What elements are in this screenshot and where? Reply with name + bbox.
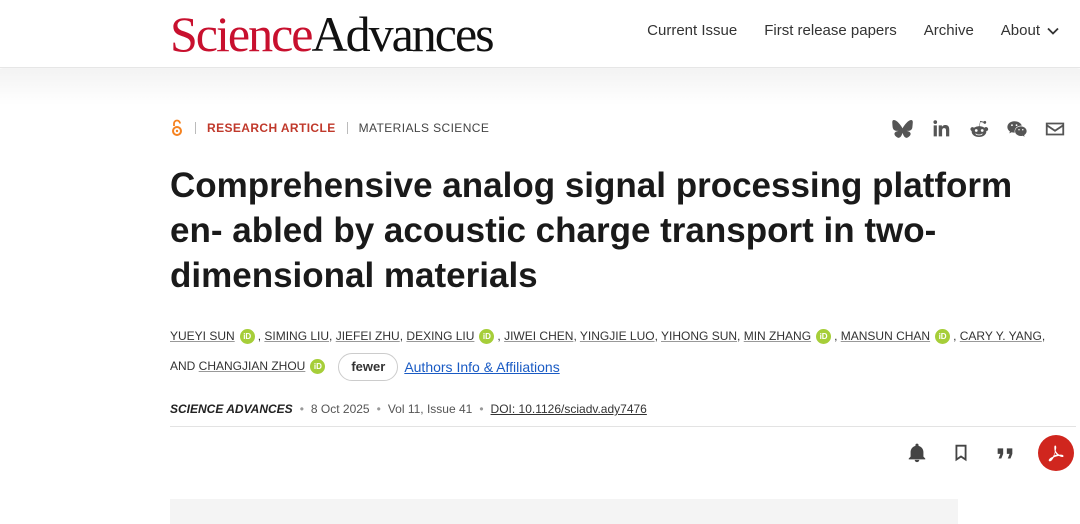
- bell-icon[interactable]: [906, 442, 928, 464]
- article-type[interactable]: RESEARCH ARTICLE: [207, 121, 336, 135]
- publish-date: 8 Oct 2025: [310, 402, 370, 416]
- nav-about-label: About: [1000, 22, 1040, 39]
- header-shadow-band: [0, 69, 1080, 105]
- article-title: Comprehensive analog signal processing p…: [170, 166, 1013, 295]
- author-separator: ,: [953, 329, 960, 343]
- orcid-icon[interactable]: iD: [816, 329, 832, 345]
- wechat-icon[interactable]: [1006, 118, 1028, 140]
- divider: [170, 426, 1076, 427]
- orcid-icon[interactable]: iD: [935, 329, 951, 345]
- orcid-icon[interactable]: iD: [310, 359, 326, 375]
- nav-current-issue[interactable]: Current Issue: [647, 22, 737, 39]
- author-link[interactable]: CHANGJIAN ZHOU: [199, 359, 306, 373]
- nav-about[interactable]: About: [1001, 22, 1060, 39]
- quote-icon[interactable]: [994, 442, 1016, 464]
- site-logo[interactable]: ScienceAdvances: [170, 6, 495, 62]
- site-header: ScienceAdvances Current Issue First rele…: [0, 0, 1080, 68]
- author-separator: ,: [834, 329, 841, 343]
- open-access-icon: [172, 119, 182, 136]
- article-subject[interactable]: MATERIALS SCIENCE: [359, 121, 490, 135]
- pdf-button[interactable]: [1038, 435, 1074, 471]
- author-list: YUEYI SUN iD, SIMING LIU, JIEFEI ZHU, DEX…: [170, 321, 1050, 382]
- journal-name[interactable]: SCIENCE ADVANCES: [170, 402, 293, 416]
- orcid-icon[interactable]: iD: [479, 329, 495, 345]
- volume-issue[interactable]: Vol 11, Issue 41: [388, 402, 473, 416]
- author-link[interactable]: JIEFEI ZHU: [336, 329, 400, 343]
- publication-info: SCIENCE ADVANCES • 8 Oct 2025 • Vol 11, …: [170, 402, 647, 416]
- author-link[interactable]: MANSUN CHAN: [841, 329, 930, 343]
- fewer-authors-button[interactable]: fewer: [338, 352, 399, 381]
- content-panel: [170, 499, 958, 524]
- meta-divider: [195, 122, 196, 134]
- nav-first-release[interactable]: First release papers: [764, 22, 897, 39]
- bookmark-icon[interactable]: [950, 442, 972, 464]
- orcid-icon[interactable]: iD: [239, 329, 255, 345]
- author-link[interactable]: YIHONG SUN: [661, 329, 737, 343]
- author-link[interactable]: YUEYI SUN: [170, 329, 235, 343]
- author-link[interactable]: MIN ZHANG: [744, 329, 811, 343]
- article-meta: RESEARCH ARTICLE MATERIALS SCIENCE: [170, 119, 489, 137]
- author-link[interactable]: JIWEI CHEN: [504, 329, 573, 343]
- author-separator: ,: [329, 329, 336, 343]
- doi-link[interactable]: DOI: 10.1126/sciadv.ady7476: [491, 402, 647, 416]
- pdf-icon: [1048, 445, 1064, 462]
- main-nav: Current Issue First release papers Archi…: [647, 22, 1060, 39]
- author-separator: ,: [737, 329, 744, 343]
- author-link[interactable]: DEXING LIU: [406, 329, 474, 343]
- meta-divider: [346, 122, 348, 134]
- author-link[interactable]: YINGJIE LUO: [580, 329, 655, 343]
- reddit-icon[interactable]: [968, 118, 990, 140]
- bluesky-icon[interactable]: [892, 118, 914, 140]
- share-bar: [892, 118, 1066, 140]
- author-link[interactable]: CARY Y. YANG: [960, 329, 1042, 343]
- email-icon[interactable]: [1044, 118, 1066, 140]
- linkedin-icon[interactable]: [930, 118, 952, 140]
- article-actions: [906, 435, 1074, 471]
- chevron-down-icon: [1047, 27, 1059, 35]
- authors-affiliations-link[interactable]: Authors Info & Affiliations: [404, 359, 559, 375]
- author-link[interactable]: SIMING LIU: [264, 329, 329, 343]
- nav-archive[interactable]: Archive: [924, 22, 974, 39]
